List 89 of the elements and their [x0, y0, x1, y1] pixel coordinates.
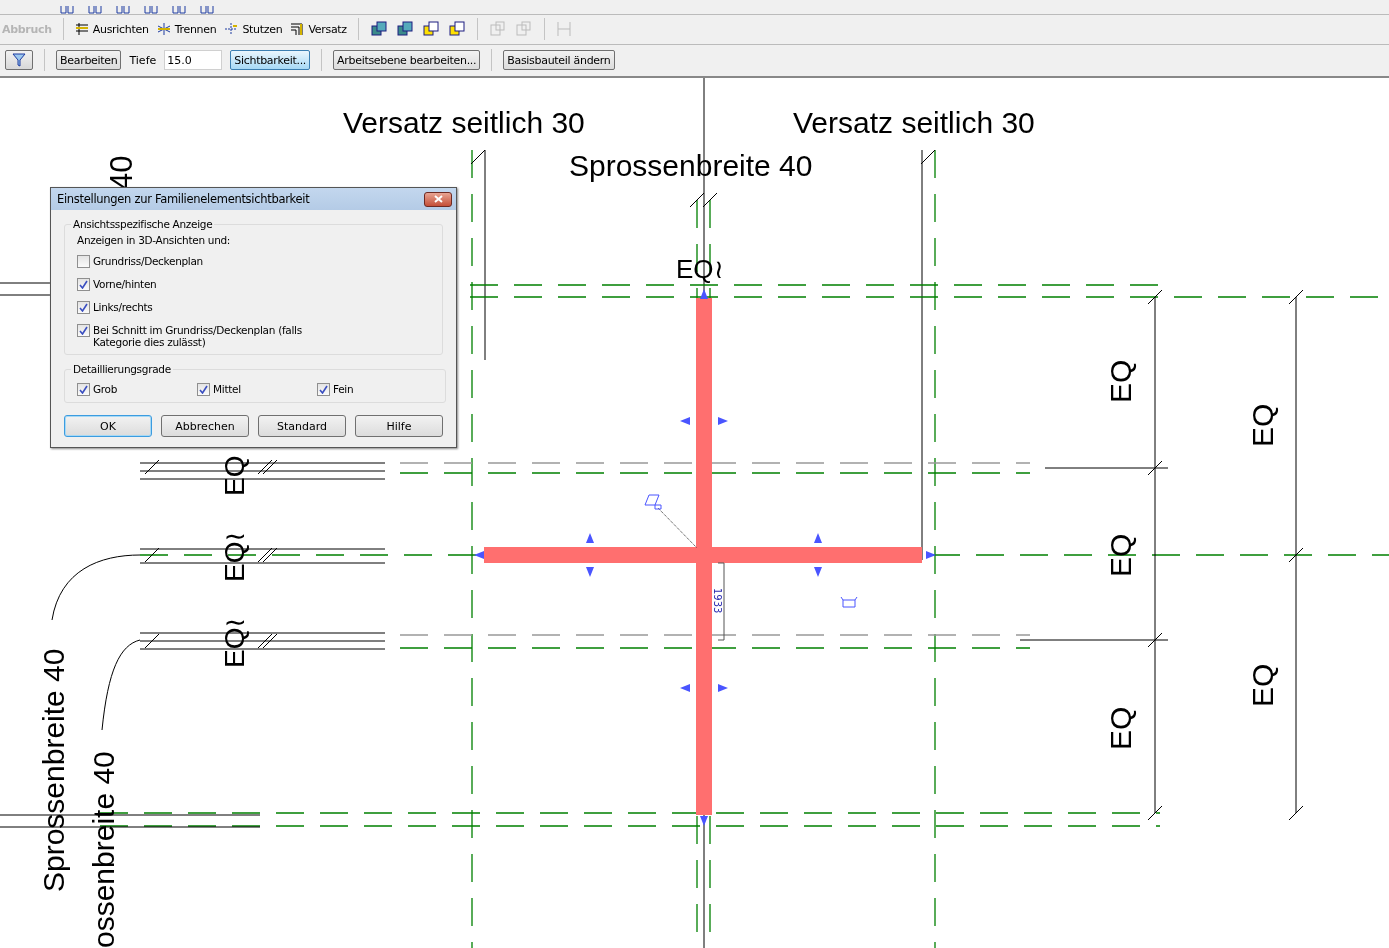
- checkbox-label: Mittel: [213, 383, 241, 395]
- workplane-icon[interactable]: [644, 494, 662, 510]
- join-geometry-icon[interactable]: [447, 20, 466, 39]
- toolbar-button[interactable]: Arbeitsebene bearbeiten...: [333, 50, 481, 71]
- dimension-label: Sprossenbreite 40: [37, 648, 70, 892]
- toolbar-button[interactable]: Versatz: [290, 22, 347, 37]
- drag-arrow-icon[interactable]: [700, 816, 708, 826]
- cut-geometry-icon: [488, 20, 507, 39]
- checkbox-label: Vorne/hinten: [93, 278, 157, 290]
- eq-label: EQ: [1104, 706, 1137, 750]
- drag-arrow-icon[interactable]: [680, 417, 690, 425]
- group-title: Ansichtsspezifische Anzeige: [72, 218, 214, 230]
- check-icon: [319, 385, 328, 394]
- checkbox[interactable]: [77, 255, 90, 268]
- trim-icon: [224, 22, 239, 37]
- drag-arrow-icon[interactable]: [680, 684, 690, 692]
- checkbox[interactable]: [77, 324, 90, 337]
- checkbox-label: Fein: [333, 383, 354, 395]
- drag-arrow-icon[interactable]: [718, 417, 728, 425]
- checkbox-label: Grob: [93, 383, 118, 395]
- eq-label: EQ: [1104, 359, 1137, 403]
- checkbox-label: Links/rechts: [93, 301, 153, 313]
- tool-icon[interactable]: [88, 5, 102, 14]
- close-button[interactable]: [424, 191, 452, 207]
- cut-geometry-icon: [514, 20, 533, 39]
- eq-label: EQ: [219, 455, 250, 496]
- filter-button[interactable]: [5, 50, 33, 71]
- eq-label: EQ: [1246, 663, 1279, 707]
- eq-label: EQ: [1246, 403, 1279, 447]
- check-icon: [79, 280, 88, 289]
- checkbox[interactable]: [77, 383, 90, 396]
- depth-field[interactable]: 15.0: [164, 50, 223, 71]
- tool-icon[interactable]: [60, 5, 74, 14]
- checkbox[interactable]: [77, 301, 90, 314]
- checkbox-label: Grundriss/Deckenplan: [93, 255, 203, 267]
- dialog-button[interactable]: Abbrechen: [161, 415, 249, 437]
- join-geometry-icon[interactable]: [395, 20, 414, 39]
- eq-label: EQ: [1104, 533, 1137, 577]
- drag-arrow-icon[interactable]: [718, 684, 728, 692]
- tool-icon[interactable]: [144, 5, 158, 14]
- drag-arrow-icon[interactable]: [700, 289, 708, 299]
- toolbar-button[interactable]: Sichtbarkeit...: [230, 50, 311, 71]
- toolbar-button[interactable]: Ausrichten: [74, 22, 149, 37]
- join-geometry-icon[interactable]: [421, 20, 440, 39]
- dialog-button[interactable]: Hilfe: [355, 415, 443, 437]
- drag-arrow-icon[interactable]: [926, 551, 936, 559]
- align-icon: [74, 22, 89, 37]
- drag-arrow-icon[interactable]: [814, 567, 822, 577]
- tool-icon[interactable]: [200, 5, 214, 14]
- dialog-title: Einstellungen zur Familienelementsichtbarkeit: [57, 192, 310, 206]
- drag-arrow-icon[interactable]: [814, 533, 822, 543]
- checkbox[interactable]: [77, 278, 90, 291]
- dialog-button[interactable]: OK: [64, 415, 152, 437]
- check-icon: [79, 303, 88, 312]
- check-icon: [199, 385, 208, 394]
- tool-icon[interactable]: [116, 5, 130, 14]
- eq-label: EQ≀: [219, 530, 250, 582]
- filter-icon: [12, 53, 26, 68]
- dimension-label: 40: [104, 155, 139, 190]
- edit-button[interactable]: Bearbeiten: [56, 50, 122, 71]
- tool-icon[interactable]: [172, 5, 186, 14]
- dimension-label: Versatz seitlich 30: [343, 106, 585, 139]
- group-title: Detaillierungsgrade: [72, 363, 172, 375]
- group-intro: Anzeigen in 3D-Ansichten und:: [77, 234, 232, 246]
- join-geometry-icon[interactable]: [369, 20, 388, 39]
- drag-arrow-icon[interactable]: [586, 567, 594, 577]
- dimension-tool-icon: [555, 20, 572, 39]
- drag-arrow-icon[interactable]: [586, 533, 594, 543]
- toolbar-button[interactable]: Stutzen: [224, 22, 283, 37]
- toolbar-button[interactable]: Basisbauteil ändern: [503, 50, 615, 71]
- checkbox[interactable]: [317, 383, 330, 396]
- check-icon: [79, 385, 88, 394]
- checkbox[interactable]: [197, 383, 210, 396]
- check-icon: [79, 326, 88, 335]
- lock-icon[interactable]: [840, 596, 858, 608]
- dimension-label: Sprossenbreite 40: [569, 149, 813, 182]
- eq-label: EQ≀: [219, 616, 250, 668]
- dialog-button[interactable]: Standard: [258, 415, 346, 437]
- drag-arrow-icon[interactable]: [474, 551, 484, 559]
- dimension-value[interactable]: 1933: [712, 588, 723, 614]
- close-icon: [433, 195, 443, 203]
- dimension-label: Versatz seitlich 30: [793, 106, 1035, 139]
- dimension-label: ossenbreite 40: [87, 751, 120, 948]
- offset-icon: [290, 22, 305, 37]
- split-icon: [156, 22, 171, 37]
- depth-label: Tiefe: [129, 53, 157, 67]
- toolbar-button[interactable]: Trennen: [156, 22, 217, 37]
- eq-label: EQ≀: [676, 254, 724, 284]
- checkbox-label: Bei Schnitt im Grundriss/Deckenplan (falls Kategorie dies zulässt): [93, 324, 303, 348]
